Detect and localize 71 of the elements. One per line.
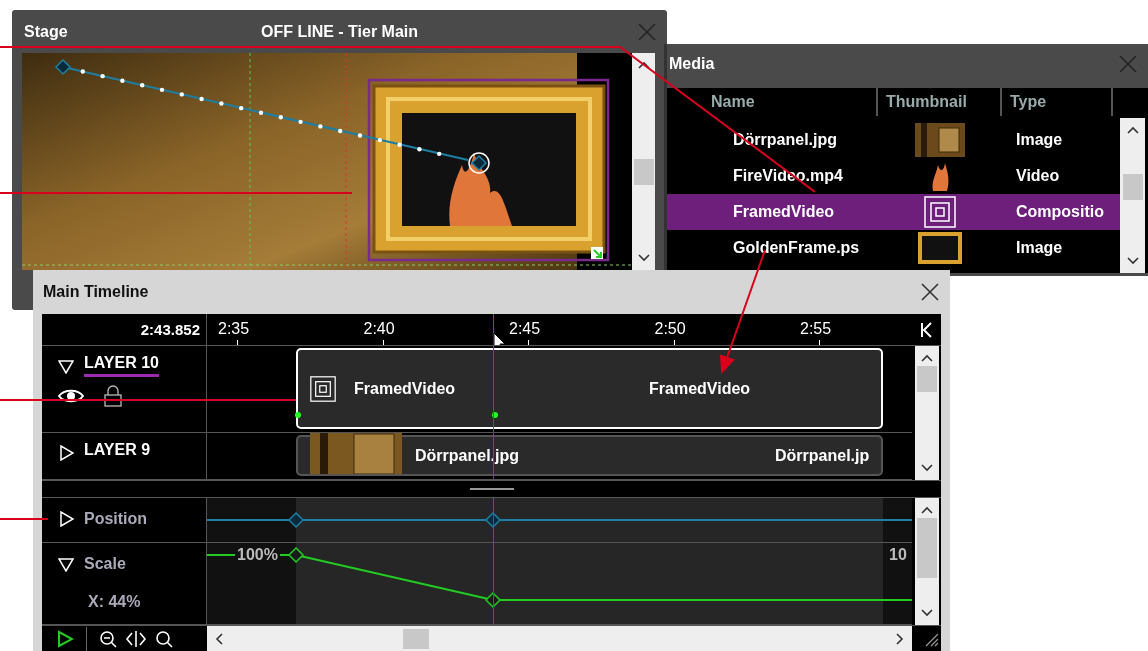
scroll-up-icon[interactable] <box>921 506 933 514</box>
property-name[interactable]: Position <box>84 510 148 528</box>
file-type: Compositio <box>1015 203 1104 221</box>
scroll-thumb[interactable] <box>917 518 937 578</box>
play-icon[interactable] <box>56 629 74 648</box>
fit-width-icon[interactable] <box>125 629 147 648</box>
anchor-point-icon[interactable] <box>468 152 490 174</box>
file-name: FramedVideo <box>732 203 836 221</box>
eye-icon[interactable] <box>58 388 84 405</box>
file-type: Image <box>1015 131 1063 149</box>
time-label: 2:55 <box>800 320 832 338</box>
timeline-clip[interactable]: FramedVideo FramedVideo <box>296 348 883 430</box>
keyframe-value: 10 <box>889 546 907 564</box>
clip-label: FramedVideo <box>354 379 456 398</box>
file-name: GoldenFrame.ps <box>732 239 861 257</box>
scroll-down-icon[interactable] <box>921 609 933 617</box>
horizontal-scrollbar[interactable] <box>207 626 912 651</box>
scroll-thumb[interactable] <box>633 159 654 185</box>
clip-label: FramedVideo <box>649 379 751 398</box>
position-curve-drawing[interactable] <box>207 511 912 529</box>
scroll-left-icon[interactable] <box>215 632 223 645</box>
vertical-scrollbar[interactable] <box>1120 118 1145 273</box>
composition-icon <box>924 196 956 228</box>
vertical-scrollbar[interactable] <box>915 498 939 625</box>
composition-icon <box>310 375 336 402</box>
resize-handle[interactable] <box>591 247 603 259</box>
collapse-triangle-icon[interactable] <box>58 556 74 572</box>
scroll-down-icon[interactable] <box>1126 257 1139 265</box>
zoom-out-icon[interactable] <box>99 629 117 648</box>
window-title: Main Timeline <box>43 283 149 301</box>
media-row[interactable]: FramedVideo Compositio <box>667 194 1120 230</box>
scroll-up-icon[interactable] <box>921 354 933 363</box>
collapse-triangle-icon[interactable] <box>58 357 74 374</box>
vertical-scrollbar[interactable] <box>915 346 939 481</box>
scroll-thumb[interactable] <box>1122 174 1143 200</box>
file-type: Image <box>1015 239 1063 257</box>
scroll-thumb[interactable] <box>917 366 937 393</box>
scroll-up-icon[interactable] <box>1126 126 1139 134</box>
media-row[interactable]: GoldenFrame.ps Image <box>667 230 1120 266</box>
expand-triangle-icon[interactable] <box>58 511 74 527</box>
scroll-up-icon[interactable] <box>637 61 650 69</box>
expand-triangle-icon[interactable] <box>58 444 74 461</box>
motion-path[interactable] <box>54 58 469 161</box>
keyframe-dot <box>295 412 301 419</box>
scroll-thumb[interactable] <box>403 628 429 649</box>
close-icon[interactable] <box>920 282 940 302</box>
scroll-down-icon[interactable] <box>921 464 933 473</box>
time-label: 2:45 <box>509 320 541 338</box>
time-label: 2:40 <box>363 320 395 338</box>
layer-name[interactable]: LAYER 10 <box>84 354 159 378</box>
window-title: Stage <box>24 22 68 41</box>
time-label: 2:50 <box>654 320 686 338</box>
file-type: Video <box>1015 167 1060 185</box>
scroll-right-icon[interactable] <box>896 632 904 645</box>
search-icon[interactable] <box>155 629 173 648</box>
property-name[interactable]: Scale <box>84 555 126 573</box>
scroll-down-icon[interactable] <box>637 254 650 262</box>
leader-line <box>0 518 49 520</box>
lock-icon[interactable] <box>104 385 122 408</box>
current-time: 2:43.852 <box>140 321 200 339</box>
frame-thumbnail-icon <box>918 232 962 264</box>
stage-status: OFF LINE - Tier Main <box>261 22 418 41</box>
window-title: Media <box>669 55 715 73</box>
go-to-start-icon[interactable] <box>919 321 933 338</box>
property-value: X: 44% <box>88 593 142 611</box>
time-label: 2:35 <box>218 320 250 338</box>
layer-name[interactable]: LAYER 9 <box>84 441 151 465</box>
door-thumbnail-icon <box>915 123 965 157</box>
vertical-scrollbar[interactable] <box>632 53 655 270</box>
clip-label: Dörrpanel.jp <box>775 446 870 465</box>
scale-curve-drawing[interactable] <box>207 546 912 609</box>
